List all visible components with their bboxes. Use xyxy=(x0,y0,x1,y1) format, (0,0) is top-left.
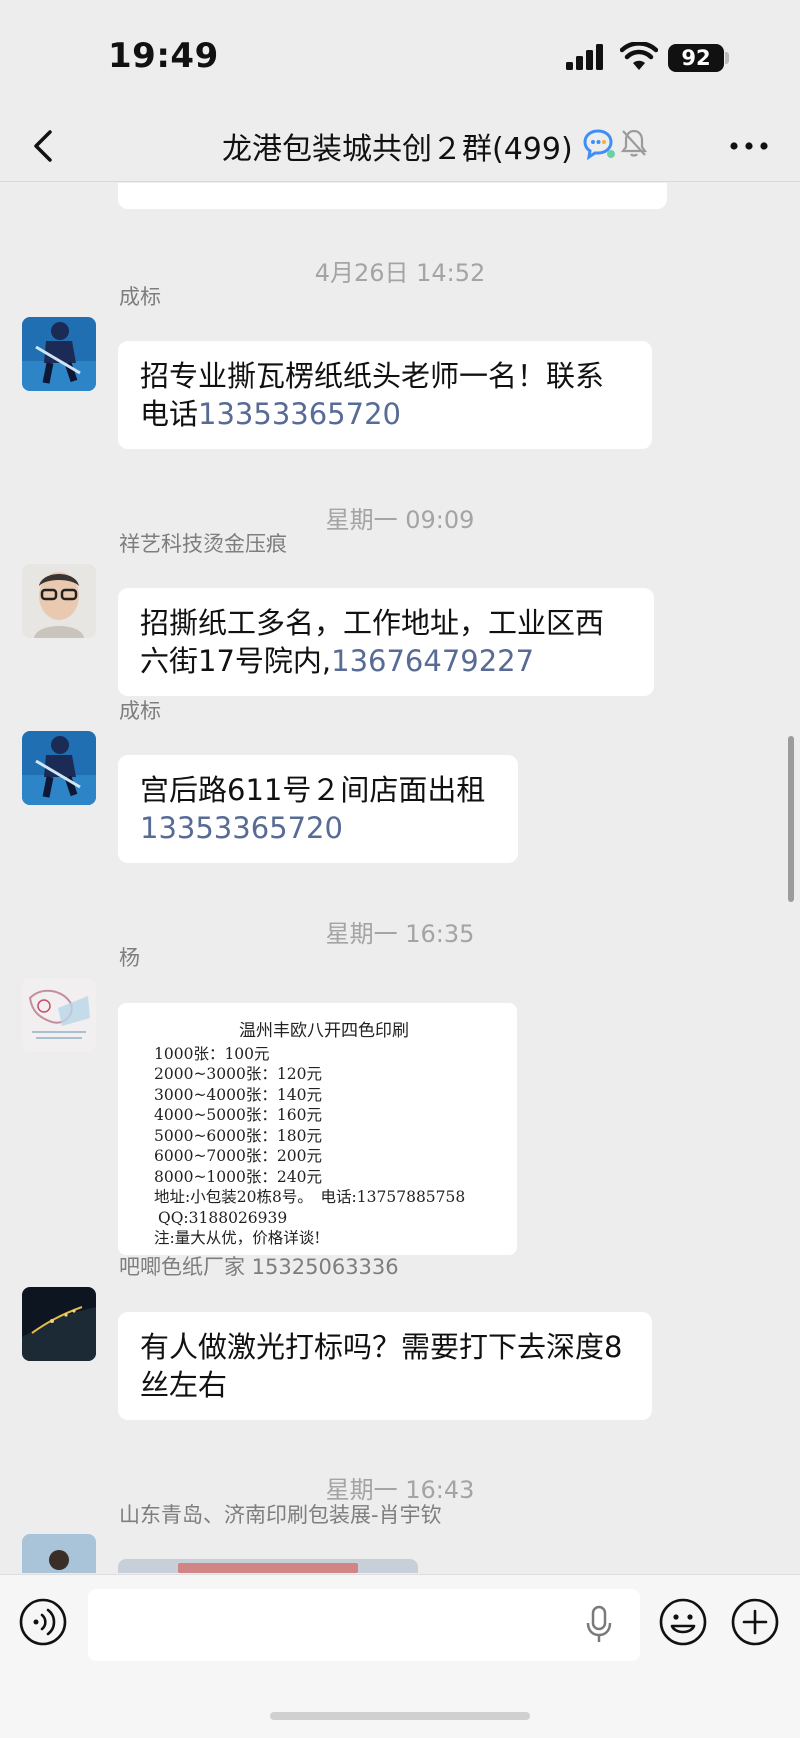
avatar[interactable] xyxy=(22,978,96,1052)
chat-title[interactable]: 龙港包装城共创２群(499) xyxy=(222,124,573,168)
phone-link[interactable]: 13676479227 xyxy=(331,644,534,678)
night-city-avatar-icon xyxy=(22,1287,96,1361)
image-message[interactable] xyxy=(118,1559,418,1573)
back-icon[interactable] xyxy=(26,126,66,166)
price-line: 6000~7000张：200元 xyxy=(154,1147,322,1165)
sender-name: 成标 xyxy=(119,699,161,723)
price-list-image: 温州丰欧八开四色印刷 1000张：100元 2000~3000张：120元 30… xyxy=(154,1021,494,1249)
mute-bell-icon xyxy=(620,129,648,157)
wifi-icon xyxy=(620,42,658,70)
message-bubble[interactable]: 宫后路611号２间店面出租 13353365720 xyxy=(118,755,518,863)
avatar[interactable] xyxy=(22,1534,96,1573)
message-bubble[interactable]: 招撕纸工多名，工作地址，工业区西六街17号院内,13676479227 xyxy=(118,588,654,696)
avatar[interactable] xyxy=(22,317,96,391)
avatar[interactable] xyxy=(22,1287,96,1361)
sketch-avatar-icon xyxy=(22,978,96,1052)
battery-tip xyxy=(725,52,729,64)
message-input[interactable] xyxy=(88,1589,640,1661)
message-list[interactable]: 4月26日 14:52 成标 招专业撕瓦楞纸纸头老师一名！联系电话1335336… xyxy=(0,183,800,1573)
message-text: 宫后路611号２间店面出租 xyxy=(140,773,486,807)
price-line: 8000~1000张：240元 xyxy=(154,1167,322,1186)
message-bubble[interactable]: 有人做激光打标吗？需要打下去深度8丝左右 xyxy=(118,1312,652,1420)
status-bar: 19:49 92 xyxy=(0,0,800,110)
chat-bubble-icon xyxy=(583,129,615,160)
message-bubble[interactable]: 招专业撕瓦楞纸纸头老师一名！联系电话13353365720 xyxy=(118,341,652,449)
price-line: 3000~4000张：140元 xyxy=(154,1085,322,1104)
person-avatar-icon xyxy=(22,564,96,638)
sender-name: 祥艺科技烫金压痕 xyxy=(119,532,287,556)
scrollbar[interactable] xyxy=(788,736,794,902)
plus-icon[interactable] xyxy=(730,1597,780,1647)
price-title: 温州丰欧八开四色印刷 xyxy=(239,1021,409,1041)
home-indicator[interactable] xyxy=(270,1712,530,1720)
sender-name: 成标 xyxy=(119,285,161,309)
chat-header: 龙港包装城共创２群(499) xyxy=(0,110,800,182)
hockey-player-avatar-icon xyxy=(22,731,96,805)
message-bubble-partial[interactable] xyxy=(118,183,667,209)
price-address: 地址:小包装20栋8号。 电话:13757885758 xyxy=(154,1188,466,1206)
price-line: 1000张：100元 xyxy=(154,1044,270,1063)
price-line: 5000~6000张：180元 xyxy=(154,1126,322,1145)
more-icon[interactable] xyxy=(726,128,772,164)
image-message[interactable]: 温州丰欧八开四色印刷 1000张：100元 2000~3000张：120元 30… xyxy=(118,1003,517,1255)
signal-icon xyxy=(566,44,603,70)
price-qq: QQ:3188026939 xyxy=(158,1208,288,1227)
person-avatar-icon xyxy=(22,1534,96,1573)
status-time: 19:49 xyxy=(108,36,219,76)
avatar[interactable] xyxy=(22,731,96,805)
image-thumbnail xyxy=(178,1563,358,1573)
avatar[interactable] xyxy=(22,564,96,638)
price-line: 4000~5000张：160元 xyxy=(154,1106,322,1124)
sender-name: 杨 xyxy=(119,946,140,970)
sender-name: 山东青岛、济南印刷包装展-肖宇钦 xyxy=(119,1503,442,1527)
emoji-icon[interactable] xyxy=(658,1597,708,1647)
phone-link[interactable]: 13353365720 xyxy=(198,397,401,431)
sender-name: 吧唧色纸厂家 15325063336 xyxy=(119,1255,399,1279)
phone-link[interactable]: 13353365720 xyxy=(140,809,496,847)
voice-input-icon[interactable] xyxy=(18,1597,68,1647)
microphone-icon[interactable] xyxy=(584,1605,614,1645)
message-text: 有人做激光打标吗？需要打下去深度8丝左右 xyxy=(140,1330,623,1402)
price-note: 注:量大从优，价格详谈! xyxy=(154,1229,321,1247)
battery-icon: 92 xyxy=(668,44,724,72)
price-line: 2000~3000张：120元 xyxy=(154,1065,322,1083)
hockey-player-avatar-icon xyxy=(22,317,96,391)
